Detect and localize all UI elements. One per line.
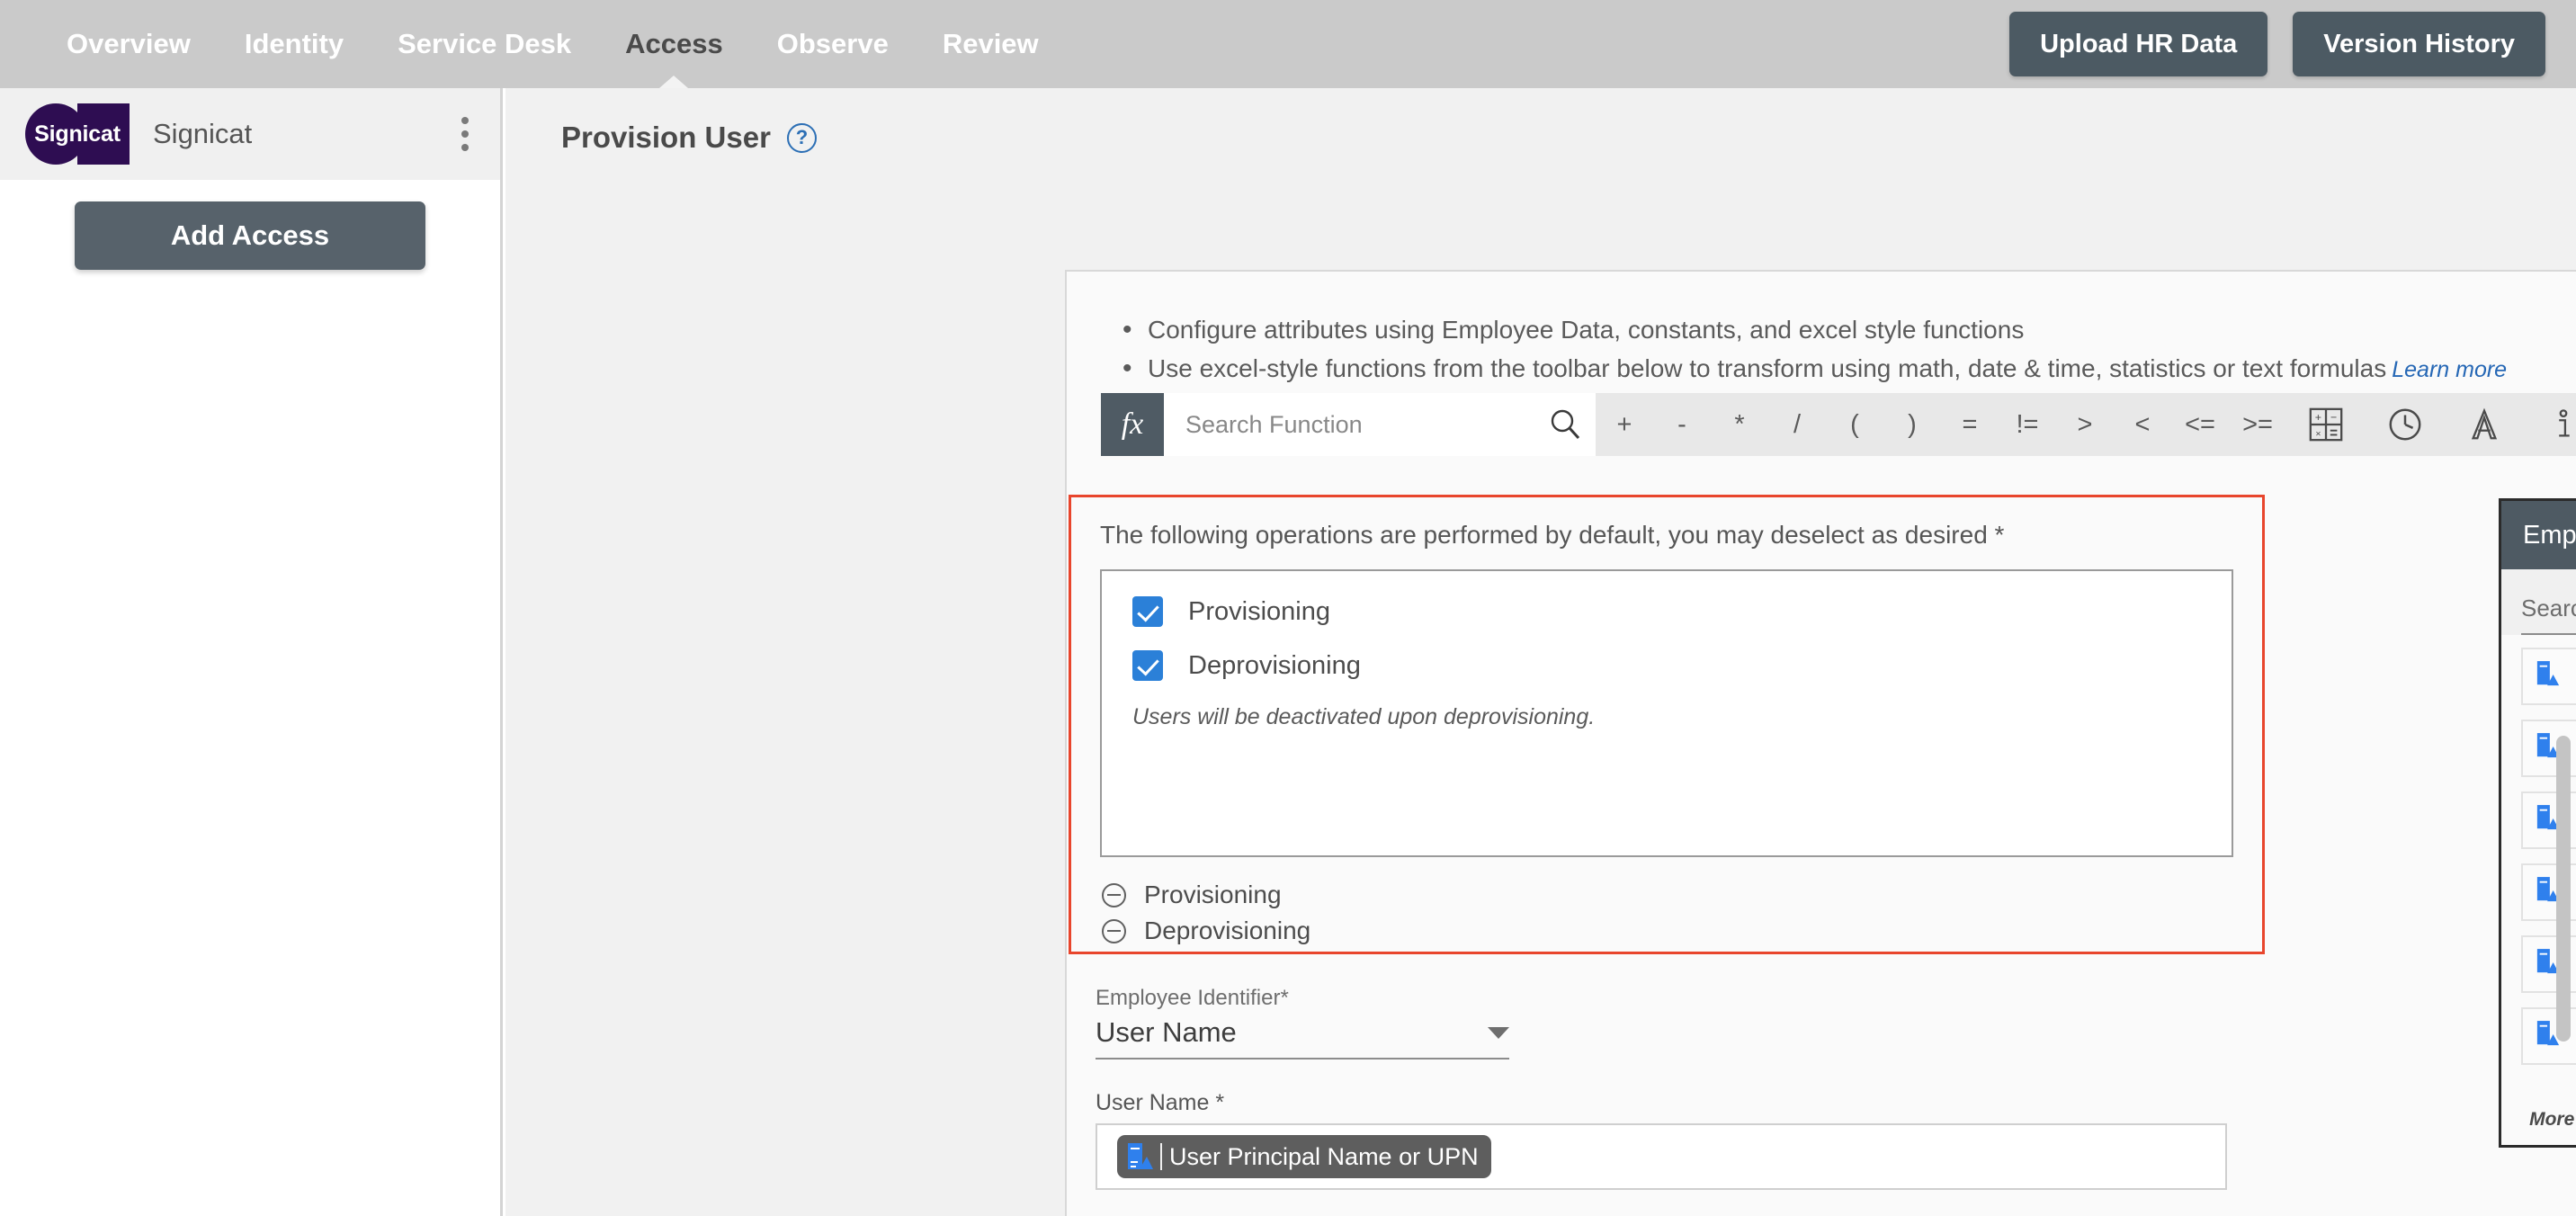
operator-button[interactable]: ( — [1826, 393, 1883, 456]
signicat-logo-icon: Signicat — [25, 103, 130, 165]
upload-hr-data-button[interactable]: Upload HR Data — [2009, 12, 2268, 76]
math-functions-icon[interactable]: + − × — [2286, 393, 2366, 456]
provision-form: Employee Identifier* User Name User Name… — [1096, 986, 2265, 1216]
operations-checkbox-box: Provisioning Deprovisioning Users will be… — [1100, 569, 2233, 857]
operator-button[interactable]: + — [1596, 393, 1653, 456]
instructions-list: Configure attributes using Employee Data… — [1067, 272, 2576, 389]
text-functions-icon[interactable] — [2445, 393, 2524, 456]
operator-list: + - * /() = != > < <= >= + − × — [1596, 393, 2576, 456]
collapse-label: Deprovisioning — [1144, 916, 1311, 944]
minus-circle-icon — [1102, 918, 1126, 943]
nav-tab-service-desk[interactable]: Service Desk — [371, 0, 598, 88]
search-function-input[interactable] — [1185, 410, 1547, 439]
employee-data-footer: More attributes available, continue typi… — [2501, 1109, 2576, 1145]
instruction-text: Configure attributes using Employee Data… — [1148, 316, 2025, 344]
operations-highlight-region: The following operations are performed b… — [1069, 495, 2265, 954]
learn-more-link[interactable]: Learn more — [2392, 357, 2507, 382]
operator-button[interactable]: * — [1711, 393, 1768, 456]
employee-identifier-label: Employee Identifier* — [1096, 986, 1289, 1010]
logo-text: Signicat — [34, 121, 121, 147]
page-title: Provision User — [561, 121, 771, 154]
help-circle-icon[interactable]: ? — [786, 122, 817, 153]
operator-button[interactable]: < — [2114, 393, 2171, 456]
add-access-wrapper: Add Access — [0, 180, 500, 270]
collapse-row[interactable]: Deprovisioning — [1102, 916, 2262, 945]
operator-button[interactable]: > — [2056, 393, 2114, 456]
add-access-button[interactable]: Add Access — [75, 201, 425, 270]
employee-identifier-value: User Name — [1096, 1016, 1237, 1048]
operations-label: The following operations are performed b… — [1100, 521, 2005, 549]
employee-identifier-select[interactable]: User Name — [1096, 1011, 1509, 1060]
org-name: Signicat — [153, 118, 253, 149]
fx-badge-icon[interactable]: fx — [1101, 393, 1164, 456]
svg-text:×: × — [2315, 428, 2321, 439]
collapse-label: Provisioning — [1144, 881, 1282, 908]
checkbox-provisioning[interactable] — [1132, 596, 1163, 627]
nav-tab-access[interactable]: Access — [598, 0, 750, 88]
more-vertical-icon[interactable] — [453, 108, 477, 160]
formula-toolbar: fx +-*/()=!=><<=>=+−× — [1101, 393, 2576, 456]
operator-button[interactable]: != — [1999, 393, 2056, 456]
source-field-icon — [2536, 660, 2561, 693]
operator-button[interactable]: >= — [2229, 393, 2286, 456]
user-name-input[interactable]: User Principal Name or UPN — [1096, 1123, 2227, 1190]
version-history-button[interactable]: Version History — [2293, 12, 2545, 76]
chevron-down-icon — [1488, 1026, 1509, 1039]
token-label: User Principal Name or UPN — [1169, 1142, 1479, 1170]
operator-button[interactable]: = — [1941, 393, 1999, 456]
main-content: Provision User ? Configure attributes us… — [505, 88, 2576, 1216]
page-header: Provision User ? — [505, 88, 2576, 155]
page-scrollbar[interactable] — [2556, 736, 2571, 1042]
top-navigation-bar: Overview Identity Service Desk Access Observ… — [0, 0, 2576, 88]
instruction-item: Use excel-style functions from the toolb… — [1123, 348, 2576, 389]
org-header: Signicat Signicat — [0, 88, 500, 180]
checkbox-row: Provisioning — [1132, 596, 2232, 627]
operator-button[interactable]: ) — [1883, 393, 1941, 456]
instruction-item: Configure attributes using Employee Data… — [1123, 309, 2576, 350]
svg-text:−: − — [2330, 411, 2337, 424]
function-search-box — [1164, 393, 1596, 456]
info-icon[interactable] — [2524, 393, 2576, 456]
user-name-label: User Name * — [1096, 1090, 1225, 1115]
nav-tab-list: Overview Identity Service Desk Access Observ… — [0, 0, 1066, 88]
nav-actions: Upload HR Data Version History — [2009, 12, 2576, 76]
employee-data-search-box — [2501, 569, 2576, 635]
operator-button[interactable]: - — [1653, 393, 1711, 456]
clock-icon[interactable] — [2366, 393, 2445, 456]
sidebar: Signicat Signicat Add Access — [0, 88, 503, 1216]
nav-tab-observe[interactable]: Observe — [750, 0, 916, 88]
minus-circle-icon — [1102, 882, 1126, 908]
checkbox-row: Deprovisioning — [1132, 650, 2232, 681]
instruction-text: Use excel-style functions from the toolb… — [1148, 353, 2387, 382]
checkbox-label: Provisioning — [1188, 596, 1330, 626]
operator-button[interactable]: <= — [2171, 393, 2229, 456]
employee-data-item[interactable]: Mail(abc) — [2521, 648, 2576, 705]
collapse-section-list: Provisioning Deprovisioning — [1071, 857, 2262, 945]
checkbox-deprovisioning[interactable] — [1132, 650, 1163, 681]
source-field-icon — [1126, 1142, 1153, 1171]
svg-text:+: + — [2315, 411, 2321, 424]
user-principal-name-token[interactable]: User Principal Name or UPN — [1117, 1135, 1491, 1178]
nav-tab-overview[interactable]: Overview — [40, 0, 218, 88]
nav-tab-identity[interactable]: Identity — [218, 0, 371, 88]
deprovision-note: Users will be deactivated upon deprovisi… — [1132, 704, 1596, 729]
collapse-row[interactable]: Provisioning — [1102, 881, 2262, 909]
checkbox-label: Deprovisioning — [1188, 650, 1361, 680]
source-field-search-input[interactable] — [2521, 595, 2576, 635]
employee-data-title: Employee Data — [2501, 501, 2576, 569]
operator-button[interactable]: / — [1768, 393, 1826, 456]
search-icon[interactable] — [1547, 407, 1583, 443]
nav-tab-review[interactable]: Review — [916, 0, 1066, 88]
